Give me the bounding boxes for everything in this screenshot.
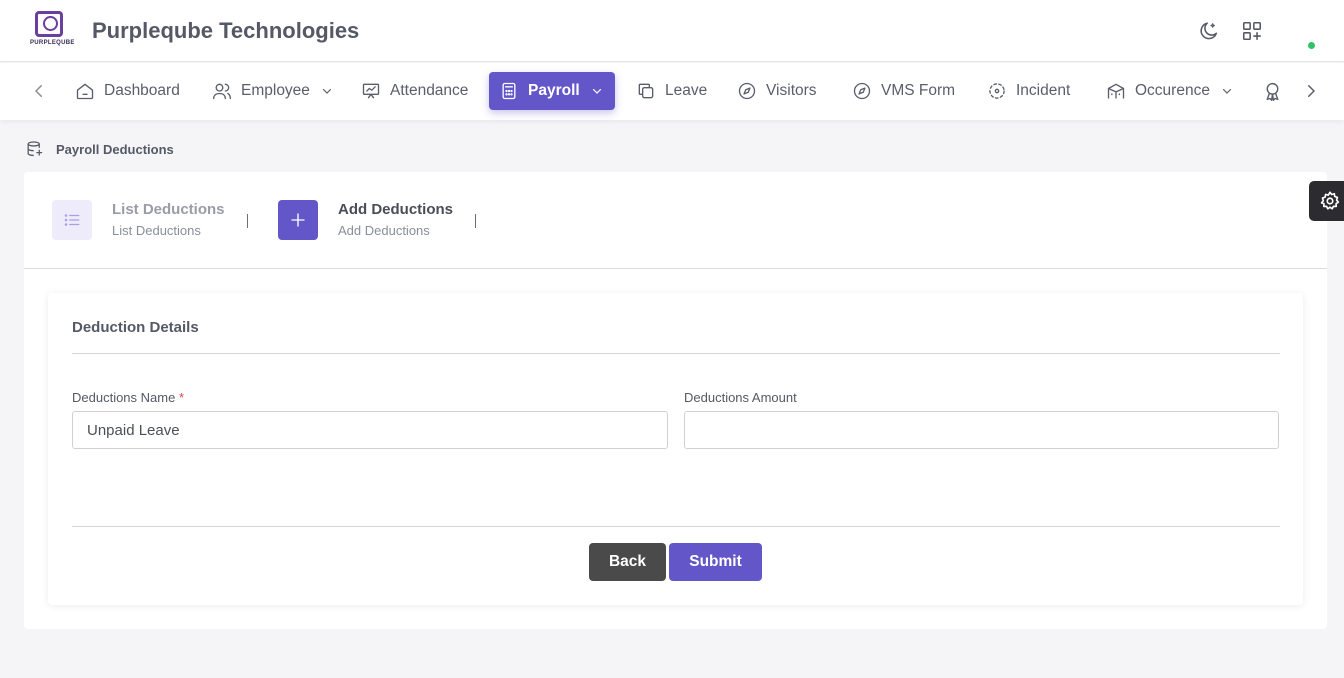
online-status-dot (1308, 42, 1315, 49)
tab-add-deductions[interactable]: Add Deductions (338, 201, 453, 218)
nav-label: Payroll (528, 82, 580, 99)
scroll-right-icon[interactable] (1302, 82, 1320, 100)
section-title: Deduction Details (72, 319, 199, 336)
nav-label: Incident (1016, 82, 1071, 99)
settings-toggle[interactable] (1309, 181, 1344, 221)
nav-item-employee[interactable]: Employee (202, 72, 343, 110)
wizard-tabs: List Deductions List Deductions Add Dedu… (24, 172, 1327, 269)
breadcrumb: Payroll Deductions (25, 140, 174, 159)
nav-label: Dashboard (104, 82, 180, 99)
home-icon (76, 83, 94, 100)
moon-icon[interactable] (1198, 20, 1220, 42)
apps-add-icon[interactable] (1241, 20, 1263, 42)
nav-item-vms-form[interactable]: VMS Form (842, 72, 965, 110)
nav-item-dashboard[interactable]: Dashboard (65, 72, 190, 110)
users-icon (213, 83, 231, 100)
company-name: Purpleqube Technologies (92, 18, 360, 43)
page-title: Payroll Deductions (56, 142, 174, 157)
nav-item-visitors[interactable]: Visitors (727, 72, 827, 110)
back-button[interactable]: Back (589, 543, 666, 581)
nav-label: Leave (665, 82, 708, 99)
chevron-down-icon (592, 88, 601, 94)
deductions-name-input[interactable] (72, 411, 668, 449)
copy-icon (638, 83, 654, 99)
calculator-icon (502, 82, 516, 100)
list-icon (64, 214, 80, 226)
deductions-card: List Deductions List Deductions Add Dedu… (24, 172, 1327, 629)
tab-separator (475, 214, 476, 228)
deduction-details-panel: Deduction Details Deductions Name * Dedu… (48, 293, 1303, 605)
scroll-left-icon[interactable] (30, 82, 48, 100)
tab-list-deductions-icon-box[interactable] (52, 200, 92, 240)
company-logo[interactable]: PURPLEQUBE (28, 10, 74, 50)
presentation-chart-icon (362, 83, 380, 99)
logo-mark (35, 11, 63, 37)
logo-text: PURPLEQUBE (30, 40, 75, 46)
top-header: PURPLEQUBE Purpleqube Technologies (0, 0, 1344, 62)
nav-label: Attendance (390, 82, 469, 99)
focus-icon (989, 83, 1005, 99)
submit-button[interactable]: Submit (669, 543, 762, 581)
footer-divider (72, 526, 1280, 527)
tab-list-deductions[interactable]: List Deductions (112, 201, 225, 218)
nav-item-leave[interactable]: Leave (626, 72, 717, 110)
nav-label: Visitors (766, 82, 817, 99)
compass-icon (738, 82, 756, 100)
nav-item-incident[interactable]: Incident (977, 72, 1080, 110)
chevron-down-icon (322, 88, 332, 94)
nav-item-occurence[interactable]: Occurence (1096, 72, 1243, 110)
gear-icon (1320, 191, 1340, 210)
nav-label: Occurence (1135, 82, 1210, 99)
building-icon (1107, 83, 1125, 99)
chevron-down-icon (1222, 88, 1232, 94)
tab-list-deductions-subtitle: List Deductions (112, 223, 201, 238)
tab-add-deductions-subtitle: Add Deductions (338, 223, 430, 238)
database-icon (27, 141, 43, 157)
tab-separator (247, 214, 248, 228)
award-icon[interactable] (1262, 81, 1283, 102)
deductions-amount-input[interactable] (684, 411, 1279, 449)
deductions-amount-label: Deductions Amount (684, 390, 797, 405)
main-navigation: Dashboard Employee Attendance Payroll Le… (0, 63, 1344, 120)
tab-add-deductions-icon-box[interactable] (278, 200, 318, 240)
nav-item-payroll[interactable]: Payroll (489, 72, 615, 110)
section-divider (72, 353, 1280, 354)
nav-item-attendance[interactable]: Attendance (351, 72, 478, 110)
required-marker: * (178, 390, 185, 405)
nav-label: Employee (241, 82, 310, 99)
nav-label: VMS Form (881, 82, 956, 99)
plus-icon (291, 213, 305, 227)
deductions-name-label: Deductions Name * (72, 390, 185, 405)
compass-icon (853, 82, 871, 100)
